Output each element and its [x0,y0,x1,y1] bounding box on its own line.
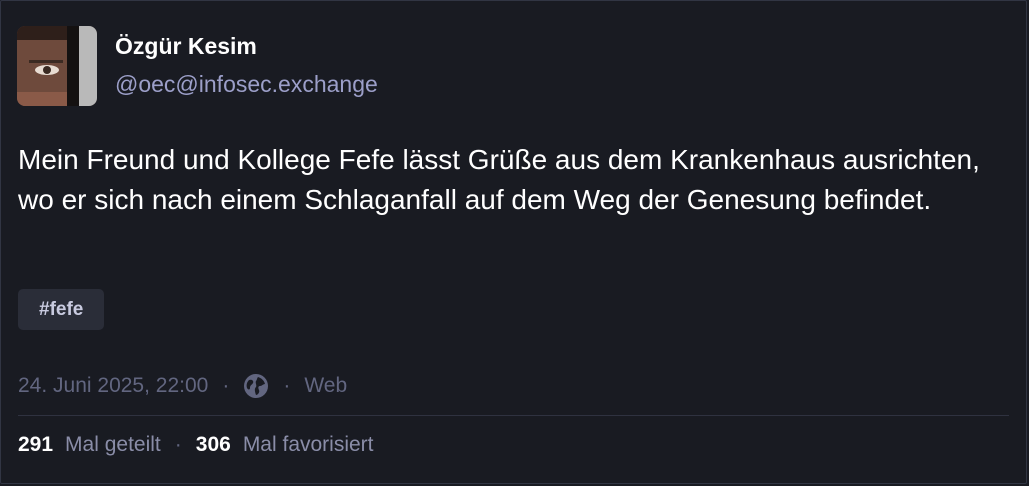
stats-separator: · [174,433,182,456]
favourites-label[interactable]: Mal favorisiert [243,433,374,457]
favourites-count[interactable]: 306 [196,433,231,457]
post-client: Web [304,374,348,397]
post-header: Özgür Kesim @oec@infosec.exchange [17,26,378,106]
status-card: Özgür Kesim @oec@infosec.exchange Mein F… [0,0,1027,484]
author-display-name[interactable]: Özgür Kesim [115,32,378,60]
hashtag-link[interactable]: #fefe [18,289,105,330]
avatar-image [17,26,97,106]
boosts-count[interactable]: 291 [18,433,53,457]
post-content: Mein Freund und Kollege Fefe lässt Grüße… [18,144,980,215]
divider [18,415,1009,416]
author-handle[interactable]: @oec@infosec.exchange [115,70,378,98]
boosts-label[interactable]: Mal geteilt [65,433,161,457]
avatar[interactable] [17,26,97,106]
globe-icon [243,373,269,399]
meta-separator: · [222,374,230,397]
post-meta: 24. Juni 2025, 22:00 · · Web [18,370,347,402]
author-names: Özgür Kesim @oec@infosec.exchange [115,32,378,98]
meta-separator-2: · [283,374,291,397]
post-stats: 291 Mal geteilt · 306 Mal favorisiert [18,429,374,461]
post-timestamp[interactable]: 24. Juni 2025, 22:00 [18,374,208,398]
